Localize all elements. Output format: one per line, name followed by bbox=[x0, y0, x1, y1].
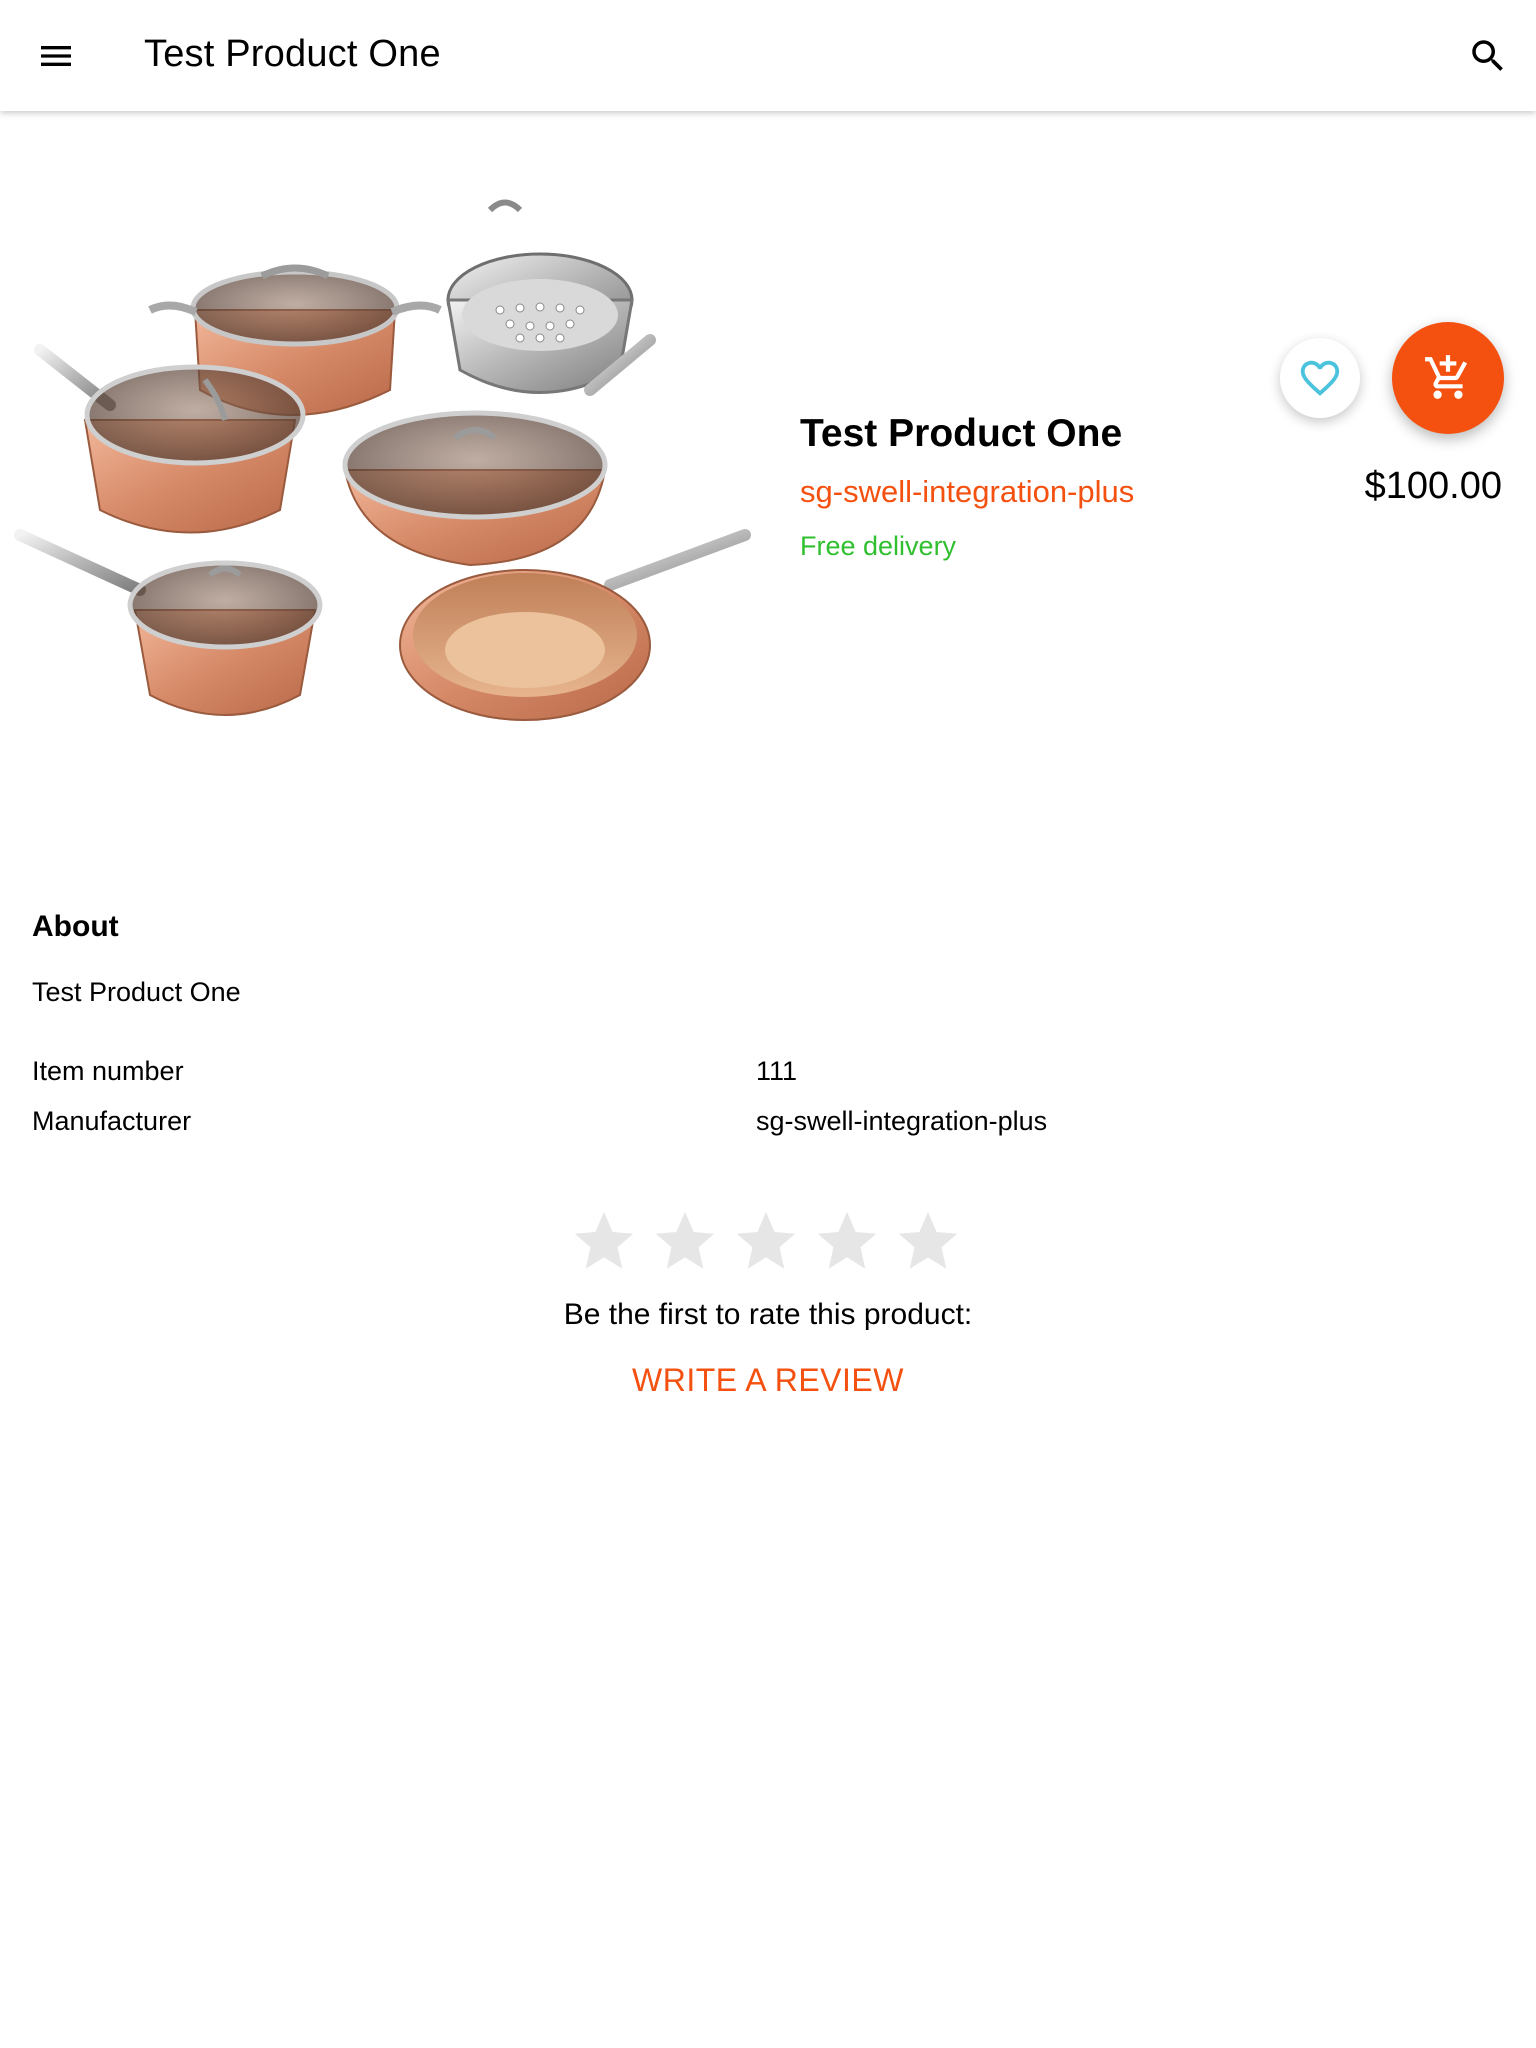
menu-button[interactable] bbox=[26, 26, 86, 86]
search-button[interactable] bbox=[1458, 26, 1518, 86]
spec-row-item-number: Item number 111 bbox=[32, 1056, 1492, 1096]
about-description: Test Product One bbox=[32, 977, 241, 1007]
star-icon[interactable] bbox=[892, 1206, 964, 1276]
menu-icon bbox=[41, 46, 71, 66]
page-title: Test Product One bbox=[144, 33, 441, 75]
add-to-cart-button[interactable] bbox=[1392, 322, 1504, 434]
about-heading: About bbox=[32, 910, 119, 943]
app-bar: Test Product One bbox=[0, 0, 1536, 111]
product-vendor[interactable]: sg-swell-integration-plus bbox=[800, 474, 1134, 510]
write-review-link[interactable]: WRITE A REVIEW bbox=[0, 1362, 1536, 1399]
product-image bbox=[0, 190, 770, 880]
spec-value: sg-swell-integration-plus bbox=[756, 1106, 1048, 1136]
rating-prompt: Be the first to rate this product: bbox=[563, 1298, 973, 1331]
favorite-button[interactable] bbox=[1280, 338, 1360, 418]
delivery-info: Free delivery bbox=[800, 531, 957, 561]
star-icon[interactable] bbox=[649, 1206, 721, 1276]
heart-outline-icon bbox=[1300, 360, 1340, 396]
spec-value: 111 bbox=[756, 1056, 798, 1086]
spec-label: Manufacturer bbox=[32, 1106, 192, 1136]
star-icon[interactable] bbox=[730, 1206, 802, 1276]
spec-label: Item number bbox=[32, 1056, 184, 1086]
product-name: Test Product One bbox=[800, 412, 1123, 455]
star-icon[interactable] bbox=[568, 1206, 640, 1276]
rating-stars[interactable] bbox=[568, 1206, 968, 1276]
star-icon[interactable] bbox=[811, 1206, 883, 1276]
search-icon bbox=[1472, 40, 1503, 71]
add-shopping-cart-icon bbox=[1425, 355, 1468, 399]
product-price: $100.00 bbox=[1364, 465, 1502, 507]
spec-row-manufacturer: Manufacturer sg-swell-integration-plus bbox=[32, 1106, 1492, 1146]
